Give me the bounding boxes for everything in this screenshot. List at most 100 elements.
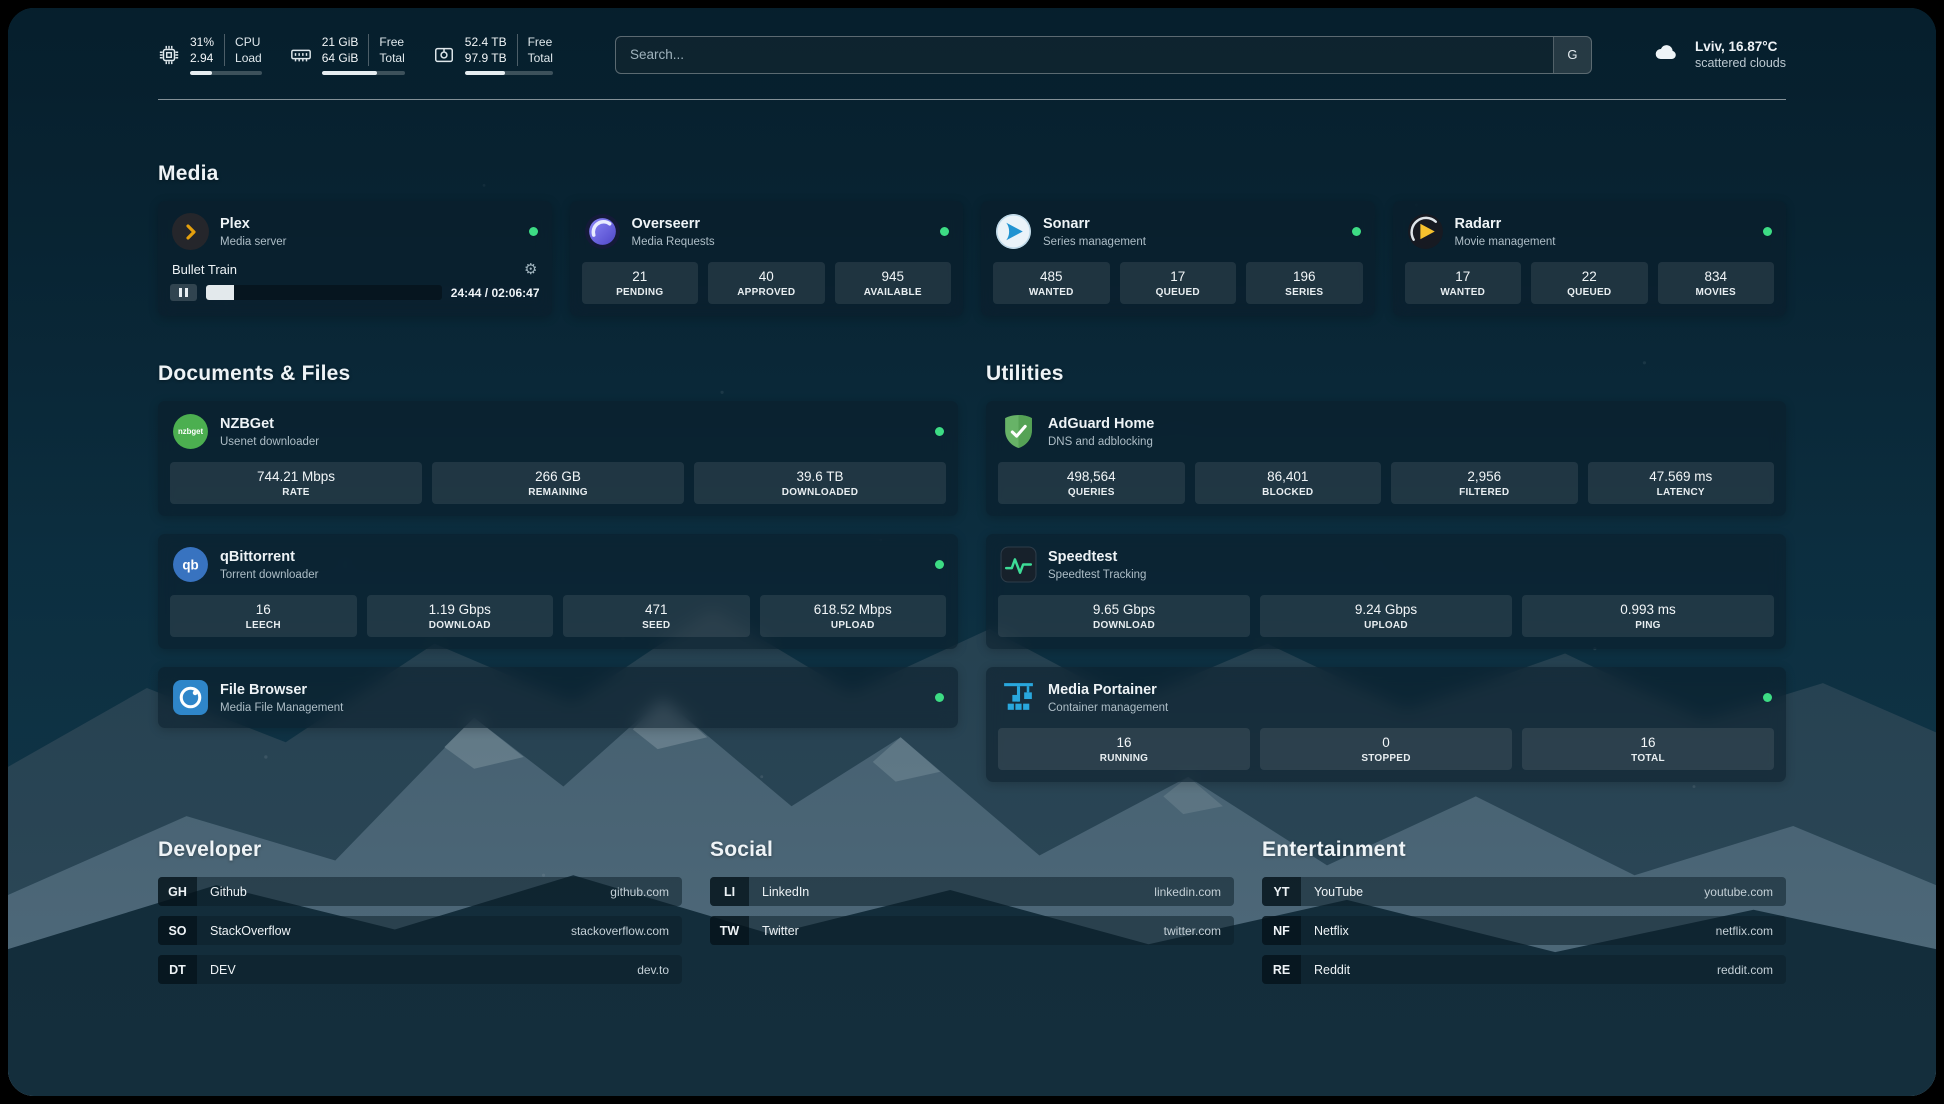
memory-metric: 21 GiB Free 64 GiB Total (290, 34, 405, 75)
section-title-entertainment: Entertainment (1262, 838, 1786, 862)
pause-button[interactable] (170, 284, 197, 301)
stat-queued: 17 QUEUED (1120, 262, 1237, 304)
bookmark-label: Reddit (1314, 963, 1350, 977)
disk-free-label: Free (517, 34, 553, 50)
bookmark-linkedin[interactable]: LI LinkedIn linkedin.com (710, 877, 1234, 906)
bookmark-label: LinkedIn (762, 885, 809, 899)
app-subtitle: Movie management (1455, 236, 1556, 248)
bookmark-abbr: SO (158, 916, 197, 945)
filebrowser-card[interactable]: File Browser Media File Management (158, 667, 958, 728)
radarr-card[interactable]: Radarr Movie management 17 WANTED 22 QUE… (1393, 201, 1787, 316)
playback-progress-bar[interactable] (206, 285, 442, 300)
bookmark-label: Netflix (1314, 924, 1349, 938)
sonarr-card[interactable]: Sonarr Series management 485 WANTED 17 Q… (981, 201, 1375, 316)
cpu-progress-bar (190, 71, 262, 75)
cpu-usage-value: 31% (190, 34, 224, 50)
now-playing-title: Bullet Train (172, 262, 237, 277)
stat-latency: 47.569 ms LATENCY (1588, 462, 1775, 504)
app-subtitle: Speedtest Tracking (1048, 569, 1146, 581)
weather-description: scattered clouds (1695, 56, 1786, 70)
cpu-label: CPU (224, 34, 262, 50)
bookmark-label: Github (210, 885, 247, 899)
disk-free-value: 52.4 TB (465, 34, 517, 50)
section-utilities: Utilities AdGu (986, 362, 1786, 782)
radarr-icon (1407, 213, 1444, 250)
disk-total-value: 97.9 TB (465, 50, 517, 66)
status-dot (940, 227, 949, 236)
status-dot (935, 693, 944, 702)
qbittorrent-card[interactable]: qb qBittorrent Torrent downloader (158, 534, 958, 649)
app-subtitle: Media Requests (632, 236, 715, 248)
bookmark-twitter[interactable]: TW Twitter twitter.com (710, 916, 1234, 945)
bookmark-group-entertainment: Entertainment YT YouTube youtube.com NF … (1262, 838, 1786, 994)
stat-series: 196 SERIES (1246, 262, 1363, 304)
app-name: Sonarr (1043, 216, 1146, 233)
plex-card[interactable]: Plex Media server Bullet Train ⚙ (158, 201, 552, 316)
status-dot (1763, 227, 1772, 236)
bookmark-url: reddit.com (1717, 963, 1773, 977)
bookmark-netflix[interactable]: NF Netflix netflix.com (1262, 916, 1786, 945)
stat-remaining: 266 GB REMAINING (432, 462, 684, 504)
memory-total-value: 64 GiB (322, 50, 369, 66)
stat-blocked: 86,401 BLOCKED (1195, 462, 1382, 504)
app-name: AdGuard Home (1048, 416, 1154, 433)
overseerr-icon (584, 213, 621, 250)
stat-download: 9.65 Gbps DOWNLOAD (998, 595, 1250, 637)
memory-icon (290, 44, 312, 66)
bookmark-url: stackoverflow.com (571, 924, 669, 938)
cpu-metric: 31% CPU 2.94 Load (158, 34, 262, 75)
bookmark-abbr: GH (158, 877, 197, 906)
dashboard-root: 31% CPU 2.94 Load (8, 8, 1936, 1096)
stat-stopped: 0 STOPPED (1260, 728, 1512, 770)
speedtest-card[interactable]: Speedtest Speedtest Tracking 9.65 Gbps D… (986, 534, 1786, 649)
app-name: Plex (220, 216, 286, 233)
bookmark-github[interactable]: GH Github github.com (158, 877, 682, 906)
status-dot (1763, 693, 1772, 702)
app-name: Media Portainer (1048, 682, 1168, 699)
stat-download: 1.19 Gbps DOWNLOAD (367, 595, 554, 637)
system-metrics: 31% CPU 2.94 Load (158, 34, 553, 75)
stat-wanted: 17 WANTED (1405, 262, 1522, 304)
app-subtitle: Container management (1048, 702, 1168, 714)
bookmark-reddit[interactable]: RE Reddit reddit.com (1262, 955, 1786, 984)
stat-pending: 21 PENDING (582, 262, 699, 304)
stat-seed: 471 SEED (563, 595, 750, 637)
gear-icon[interactable]: ⚙ (524, 262, 537, 277)
cpu-load-value: 2.94 (190, 50, 224, 66)
bookmark-stackoverflow[interactable]: SO StackOverflow stackoverflow.com (158, 916, 682, 945)
bookmark-url: linkedin.com (1154, 885, 1221, 899)
stat-downloaded: 39.6 TB DOWNLOADED (694, 462, 946, 504)
bookmark-label: Twitter (762, 924, 799, 938)
cpu-load-label: Load (224, 50, 262, 66)
portainer-icon (1000, 679, 1037, 716)
bookmark-label: StackOverflow (210, 924, 291, 938)
search-input[interactable] (615, 36, 1592, 74)
section-documents: Documents & Files nzbget NZBGet (158, 362, 958, 782)
search-engine-button[interactable]: G (1553, 37, 1591, 73)
status-dot (935, 560, 944, 569)
stat-total: 16 TOTAL (1522, 728, 1774, 770)
bookmark-abbr: RE (1262, 955, 1301, 984)
disk-icon (433, 44, 455, 66)
section-title-utilities: Utilities (986, 362, 1786, 386)
adguard-card[interactable]: AdGuard Home DNS and adblocking 498,564 … (986, 401, 1786, 516)
bookmark-dev[interactable]: DT DEV dev.to (158, 955, 682, 984)
bookmark-url: dev.to (637, 963, 669, 977)
section-title-media: Media (158, 162, 1786, 186)
app-name: Overseerr (632, 216, 715, 233)
section-title-documents: Documents & Files (158, 362, 958, 386)
nzbget-card[interactable]: nzbget NZBGet Usenet downloader 74 (158, 401, 958, 516)
bookmark-url: netflix.com (1716, 924, 1773, 938)
app-subtitle: Media File Management (220, 702, 343, 714)
stat-upload: 9.24 Gbps UPLOAD (1260, 595, 1512, 637)
overseerr-card[interactable]: Overseerr Media Requests 21 PENDING 40 A… (570, 201, 964, 316)
bookmark-youtube[interactable]: YT YouTube youtube.com (1262, 877, 1786, 906)
portainer-card[interactable]: Media Portainer Container management 16 … (986, 667, 1786, 782)
status-dot (935, 427, 944, 436)
memory-total-label: Total (368, 50, 404, 66)
disk-total-label: Total (517, 50, 553, 66)
app-subtitle: DNS and adblocking (1048, 436, 1154, 448)
weather-location: Lviv, 16.87°C (1695, 39, 1786, 54)
topbar: 31% CPU 2.94 Load (158, 34, 1786, 100)
plex-icon (172, 213, 209, 250)
